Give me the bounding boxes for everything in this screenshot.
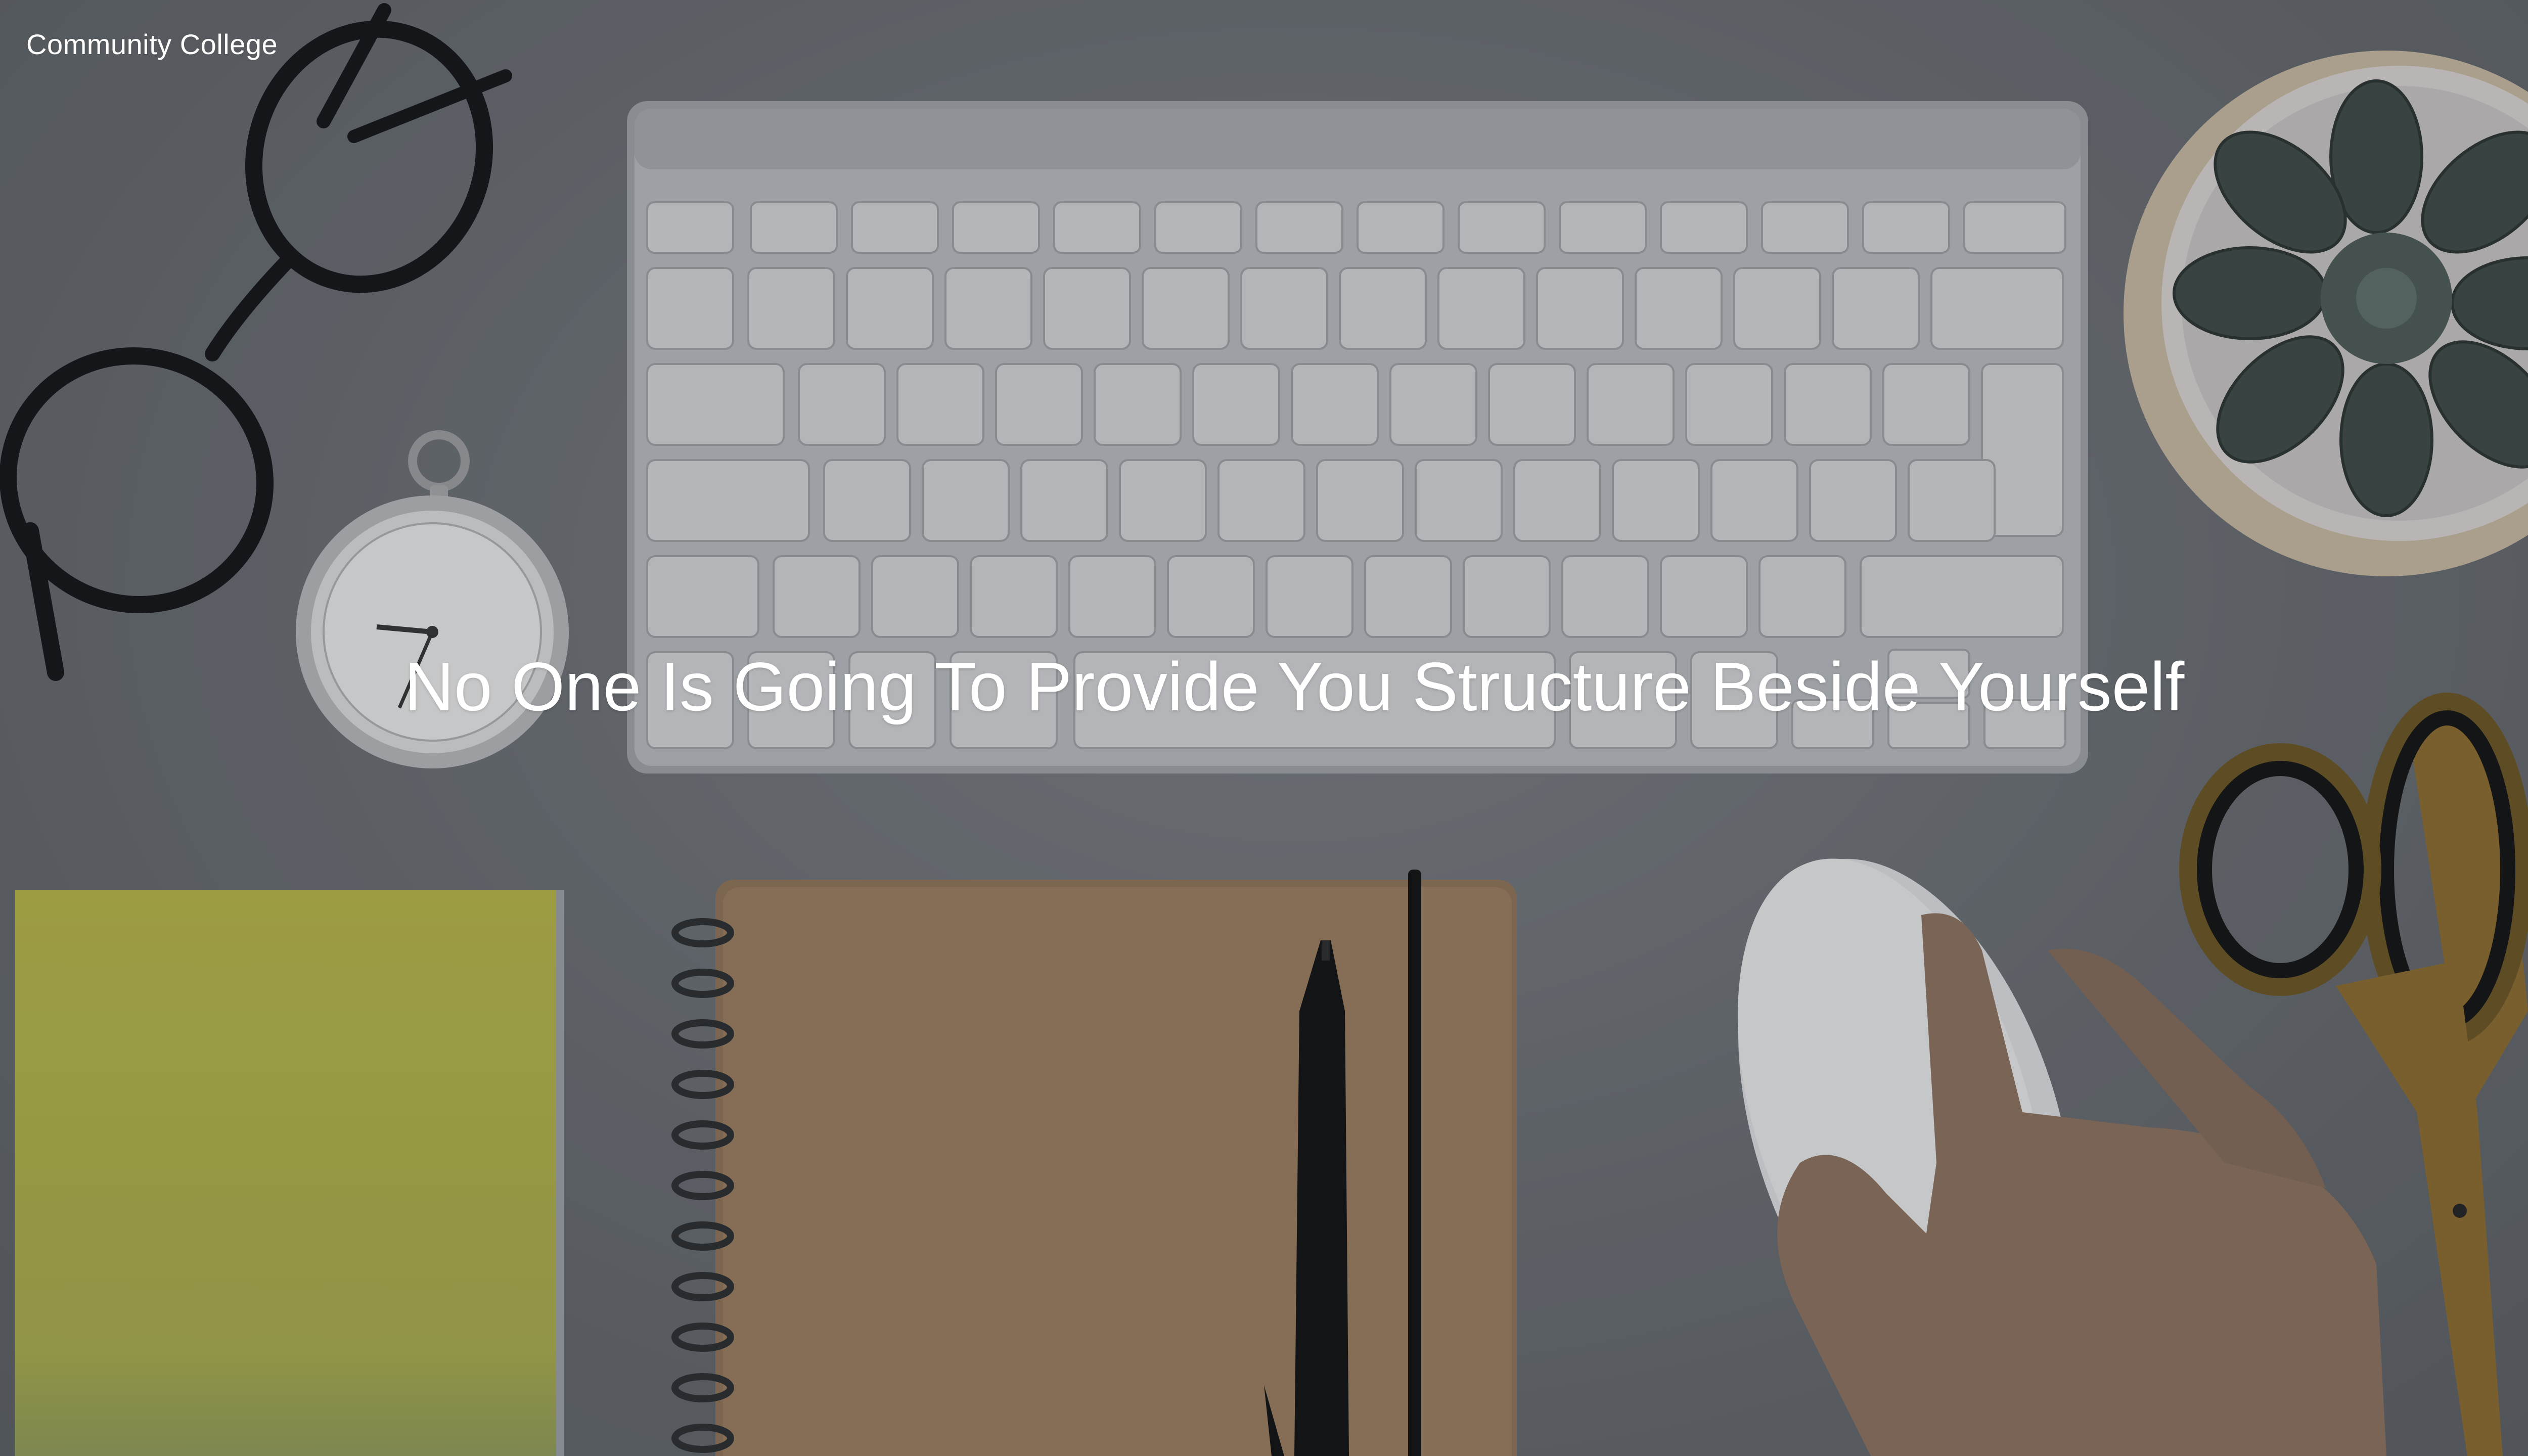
hero-section: Community College No One Is Going To Pro… bbox=[0, 0, 2528, 1456]
succulent-plant-icon bbox=[2124, 51, 2528, 576]
yellow-notebook-icon bbox=[15, 890, 564, 1456]
hero-headline: No One Is Going To Provide You Structure… bbox=[404, 648, 2185, 725]
kraft-notebook-icon bbox=[671, 870, 1517, 1456]
site-title-link[interactable]: Community College bbox=[26, 25, 278, 64]
background-photo bbox=[0, 3, 2528, 1456]
